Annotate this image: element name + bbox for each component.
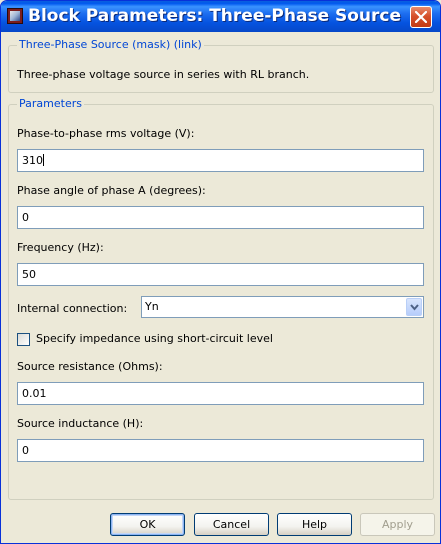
help-button[interactable]: Help <box>277 513 352 536</box>
close-button[interactable] <box>410 6 432 28</box>
window-title: Block Parameters: Three-Phase Source <box>28 6 402 26</box>
inductance-input[interactable]: 0 <box>17 439 424 462</box>
block-parameters-dialog: Block Parameters: Three-Phase Source Thr… <box>0 0 441 544</box>
titlebar[interactable]: Block Parameters: Three-Phase Source <box>1 1 440 32</box>
dropdown-button[interactable] <box>406 298 422 316</box>
mask-group-legend: Three-Phase Source (mask) (link) <box>17 38 204 51</box>
resistance-label: Source resistance (Ohms): <box>17 360 163 373</box>
impedance-checkbox[interactable] <box>17 333 30 346</box>
apply-button[interactable]: Apply <box>360 513 435 536</box>
internal-connection-select[interactable]: Yn <box>141 296 424 318</box>
mask-group: Three-Phase Source (mask) (link) Three-p… <box>8 38 434 93</box>
text-caret <box>43 154 44 166</box>
close-icon <box>415 11 427 23</box>
phase-angle-label: Phase angle of phase A (degrees): <box>17 184 206 197</box>
voltage-label: Phase-to-phase rms voltage (V): <box>17 127 195 140</box>
chevron-down-icon <box>410 304 419 311</box>
inductance-label: Source inductance (H): <box>17 417 144 430</box>
voltage-value: 310 <box>22 154 43 167</box>
cancel-button[interactable]: Cancel <box>194 513 269 536</box>
mask-description: Three-phase voltage source in series wit… <box>17 68 310 81</box>
voltage-input[interactable]: 310 <box>17 149 424 172</box>
internal-connection-label: Internal connection: <box>17 302 128 315</box>
resistance-input[interactable]: 0.01 <box>17 382 424 405</box>
phase-angle-input[interactable]: 0 <box>17 206 424 229</box>
frequency-label: Frequency (Hz): <box>17 241 104 254</box>
simulink-block-icon <box>7 8 23 24</box>
parameters-group-legend: Parameters <box>17 97 84 110</box>
internal-connection-value: Yn <box>145 300 159 313</box>
impedance-checkbox-label[interactable]: Specify impedance using short-circuit le… <box>36 332 273 345</box>
frequency-input[interactable]: 50 <box>17 263 424 286</box>
ok-button[interactable]: OK <box>110 513 185 536</box>
